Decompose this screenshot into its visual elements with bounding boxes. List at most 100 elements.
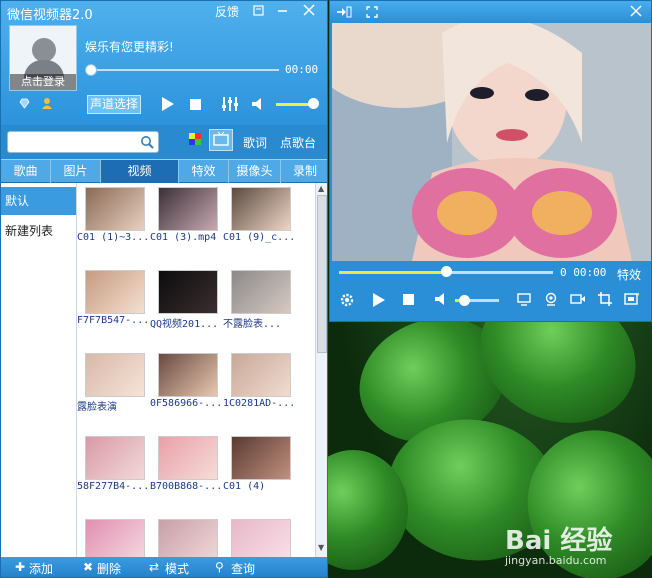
- settings-gear-icon[interactable]: [339, 292, 355, 308]
- video-volume-knob[interactable]: [458, 295, 470, 306]
- seek-knob[interactable]: [85, 64, 97, 76]
- stop-icon[interactable]: [190, 99, 201, 110]
- video-thumbnail[interactable]: [158, 187, 218, 231]
- camera-icon[interactable]: [544, 292, 558, 306]
- video-thumbnail[interactable]: [231, 436, 291, 480]
- crop-icon[interactable]: [598, 292, 612, 306]
- add-icon[interactable]: ✚: [15, 560, 25, 574]
- login-label[interactable]: 点击登录: [10, 74, 76, 90]
- video-thumbnail[interactable]: [231, 187, 291, 231]
- tab-record[interactable]: 录制: [281, 160, 327, 183]
- mode-icon[interactable]: ⇄: [149, 560, 159, 574]
- add-button[interactable]: 添加: [29, 560, 53, 577]
- search-input[interactable]: [7, 131, 159, 153]
- query-button[interactable]: 查询: [231, 560, 255, 577]
- video-stop-icon[interactable]: [403, 294, 414, 305]
- playlist-sidebar: 默认 新建列表: [1, 183, 77, 557]
- video-caption[interactable]: 露脸表演: [77, 398, 151, 413]
- delete-button[interactable]: 删除: [97, 560, 121, 577]
- channel-select-button[interactable]: 声道选择: [87, 95, 141, 114]
- fullscreen-icon[interactable]: [366, 6, 378, 18]
- playlist-default[interactable]: 默认: [1, 187, 76, 215]
- video-seek-knob[interactable]: [441, 266, 452, 277]
- equalizer-icon[interactable]: [221, 96, 239, 112]
- screenshot-icon[interactable]: [624, 292, 640, 306]
- tab-videos[interactable]: 视频: [101, 160, 179, 183]
- scroll-down-icon[interactable]: ▼: [318, 543, 324, 552]
- color-picker-icon[interactable]: [189, 133, 201, 145]
- playlist-new[interactable]: 新建列表: [1, 217, 76, 245]
- video-frame-image: [332, 23, 651, 261]
- diamond-icon[interactable]: [19, 98, 30, 109]
- watermark-brand: Bai 经验: [505, 526, 613, 556]
- record-video-icon[interactable]: [570, 292, 586, 306]
- video-play-icon[interactable]: [372, 292, 386, 308]
- screen-mode-icon[interactable]: [517, 292, 531, 306]
- video-thumbnail[interactable]: [85, 519, 145, 557]
- song-request-button[interactable]: 点歌台: [280, 134, 316, 151]
- video-caption[interactable]: 1C0281AD-...: [223, 398, 297, 409]
- scroll-thumb[interactable]: [317, 195, 327, 353]
- video-caption[interactable]: F7F7B547-...: [77, 315, 151, 326]
- lyrics-button[interactable]: 歌词: [243, 134, 267, 151]
- video-caption[interactable]: 58F277B4-...: [77, 481, 151, 492]
- video-preview-window: 0 00:00 特效: [329, 0, 652, 322]
- mode-button[interactable]: 模式: [165, 560, 189, 577]
- delete-icon[interactable]: ✖: [83, 560, 93, 574]
- video-grid: C01 (1)~3... C01 (3).mp4 C01 (9)_c... F7…: [77, 183, 315, 557]
- time-display: 00:00: [285, 63, 319, 76]
- video-caption[interactable]: QQ视频201...: [150, 315, 224, 330]
- video-thumbnail[interactable]: [158, 353, 218, 397]
- video-volume-icon[interactable]: [434, 292, 450, 306]
- video-thumbnail[interactable]: [85, 270, 145, 314]
- video-thumbnail[interactable]: [158, 436, 218, 480]
- video-caption[interactable]: B700B868-...: [150, 481, 224, 492]
- video-titlebar: [330, 1, 651, 23]
- video-seek-progress: [339, 271, 446, 274]
- feedback-link[interactable]: 反馈: [215, 3, 239, 20]
- tab-effects[interactable]: 特效: [179, 160, 229, 183]
- tab-camera[interactable]: 摄像头: [229, 160, 281, 183]
- video-caption[interactable]: C01 (1)~3...: [77, 232, 151, 243]
- video-caption[interactable]: 0F586966-...: [150, 398, 224, 409]
- player-main-window: 微信视频器2.0 反馈 点击登录 娱乐有您更精彩! 00:00 声道选择 歌词 …: [0, 0, 328, 578]
- user-icon[interactable]: [41, 97, 53, 109]
- header-area: 微信视频器2.0 反馈 点击登录 娱乐有您更精彩! 00:00 声道选择: [1, 1, 327, 125]
- video-thumbnail[interactable]: [85, 187, 145, 231]
- avatar-head-shape: [32, 38, 56, 62]
- video-time: 0 00:00: [560, 266, 607, 279]
- skin-icon[interactable]: [253, 5, 264, 16]
- tab-pictures[interactable]: 图片: [51, 160, 101, 183]
- video-caption[interactable]: C01 (3).mp4: [150, 232, 224, 243]
- avatar[interactable]: 点击登录: [9, 25, 77, 91]
- seek-bar[interactable]: [87, 69, 279, 71]
- tv-icon[interactable]: [209, 129, 233, 151]
- play-icon[interactable]: [161, 96, 175, 112]
- video-thumbnail[interactable]: [231, 270, 291, 314]
- tab-songs[interactable]: 歌曲: [1, 160, 51, 183]
- video-thumbnail[interactable]: [231, 353, 291, 397]
- video-effects-button[interactable]: 特效: [617, 266, 641, 283]
- video-thumbnail[interactable]: [158, 519, 218, 557]
- query-icon[interactable]: ⚲: [215, 560, 224, 574]
- tagline: 娱乐有您更精彩!: [85, 40, 174, 54]
- video-thumbnail[interactable]: [85, 353, 145, 397]
- video-caption[interactable]: C01 (9)_c...: [223, 232, 297, 243]
- baidu-jingyan-watermark: Bai 经验 jingyan.baidu.com: [505, 520, 645, 572]
- video-close-icon[interactable]: [630, 5, 642, 17]
- video-thumbnail[interactable]: [158, 270, 218, 314]
- close-icon[interactable]: [303, 4, 315, 16]
- dock-icon[interactable]: [336, 6, 352, 18]
- video-frame[interactable]: [332, 23, 651, 261]
- minimize-icon[interactable]: [277, 5, 288, 16]
- scroll-up-icon[interactable]: ▲: [318, 184, 324, 193]
- video-caption[interactable]: 不露脸表...: [223, 315, 297, 330]
- volume-icon[interactable]: [251, 97, 267, 111]
- video-thumbnail[interactable]: [85, 436, 145, 480]
- scrollbar[interactable]: ▲ ▼: [315, 183, 327, 557]
- search-icon[interactable]: [140, 135, 154, 149]
- bottom-toolbar: ✚ 添加 ✖ 删除 ⇄ 模式 ⚲ 查询: [1, 557, 327, 577]
- volume-knob[interactable]: [308, 98, 319, 109]
- video-caption[interactable]: C01 (4): [223, 481, 297, 492]
- video-thumbnail[interactable]: [231, 519, 291, 557]
